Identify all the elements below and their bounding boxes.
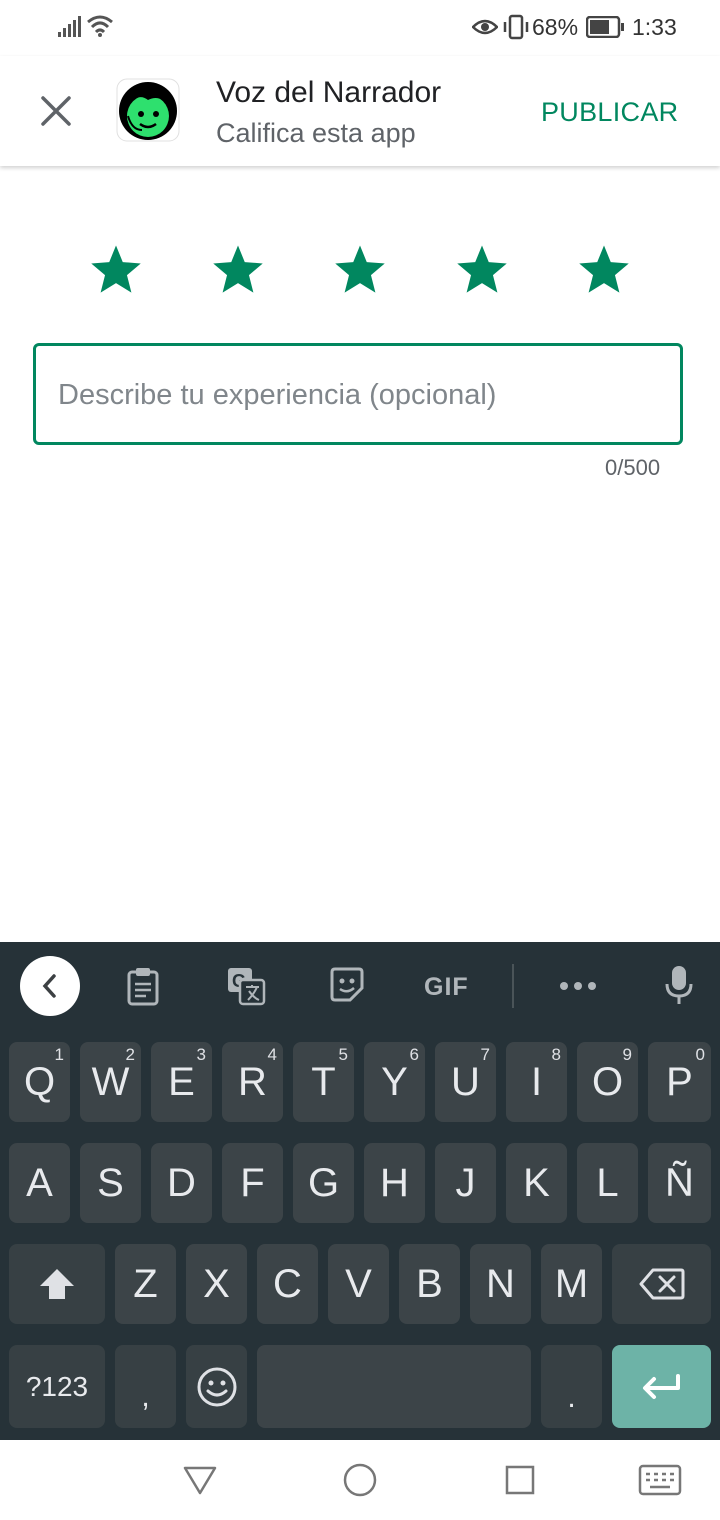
key-o[interactable]: O9 xyxy=(577,1042,638,1122)
close-icon[interactable] xyxy=(40,95,72,127)
star-5-icon[interactable] xyxy=(576,242,632,298)
key-x[interactable]: X xyxy=(186,1244,247,1324)
keyboard-back-button[interactable] xyxy=(20,956,80,1016)
key-label: O xyxy=(591,1059,624,1104)
key-s[interactable]: S xyxy=(80,1143,141,1223)
key-label: W xyxy=(91,1059,130,1104)
key-n[interactable]: N xyxy=(470,1244,531,1324)
star-3-icon[interactable] xyxy=(332,242,388,298)
mic-icon[interactable] xyxy=(664,964,694,1006)
keyboard-switch-icon[interactable] xyxy=(638,1464,682,1496)
star-1-icon[interactable] xyxy=(88,242,144,298)
publish-button[interactable]: PUBLICAR xyxy=(541,97,678,128)
key-hint: 1 xyxy=(54,1045,64,1064)
key-y[interactable]: Y6 xyxy=(364,1042,425,1122)
app-name: Voz del Narrador xyxy=(216,76,442,109)
emoji-icon xyxy=(197,1367,236,1406)
symbols-key[interactable]: ?123 xyxy=(9,1345,105,1428)
battery-percent: 68% xyxy=(532,14,579,40)
enter-key[interactable] xyxy=(612,1345,711,1428)
key-g[interactable]: G xyxy=(293,1143,354,1223)
key-r[interactable]: R4 xyxy=(222,1042,283,1122)
vibrate-icon xyxy=(503,14,529,40)
keyboard: G GIF Q1 W2 E3 R4 T5 Y6 U7 I8 O9 P0 A S … xyxy=(0,942,720,1440)
key-label: E xyxy=(168,1059,195,1104)
sticker-icon[interactable] xyxy=(328,966,366,1004)
key-label: R xyxy=(238,1059,267,1104)
key-hint: 4 xyxy=(267,1045,277,1064)
key-hint: 7 xyxy=(480,1045,490,1064)
review-field[interactable] xyxy=(33,343,683,445)
key-p[interactable]: P0 xyxy=(648,1042,711,1122)
signal-icon xyxy=(58,16,81,37)
key-u[interactable]: U7 xyxy=(435,1042,496,1122)
key-c[interactable]: C xyxy=(257,1244,318,1324)
shift-key[interactable] xyxy=(9,1244,105,1324)
key-z[interactable]: Z xyxy=(115,1244,176,1324)
more-icon[interactable] xyxy=(559,980,597,992)
status-bar: 68% 1:33 xyxy=(0,0,720,56)
enter-icon xyxy=(642,1373,680,1399)
key-label: P xyxy=(666,1059,693,1104)
translate-icon[interactable]: G xyxy=(226,966,266,1006)
key-label: I xyxy=(530,1059,543,1104)
key-q[interactable]: Q1 xyxy=(9,1042,70,1122)
period-key[interactable]: . xyxy=(541,1345,602,1428)
toolbar-divider xyxy=(512,964,514,1008)
char-counter: 0/500 xyxy=(605,455,661,480)
key-hint: 3 xyxy=(196,1045,206,1064)
key-d[interactable]: D xyxy=(151,1143,212,1223)
key-m[interactable]: M xyxy=(541,1244,602,1324)
key-hint: 2 xyxy=(125,1045,135,1064)
key-label: Q xyxy=(23,1059,56,1104)
battery-icon xyxy=(586,16,624,38)
key-j[interactable]: J xyxy=(435,1143,496,1223)
key-label: Y xyxy=(381,1059,408,1104)
key-a[interactable]: A xyxy=(9,1143,70,1223)
shift-icon xyxy=(40,1269,74,1299)
eye-icon xyxy=(472,19,498,35)
star-4-icon[interactable] xyxy=(454,242,510,298)
key-hint: 8 xyxy=(551,1045,561,1064)
home-circle-icon[interactable] xyxy=(342,1462,378,1498)
key-hint: 6 xyxy=(409,1045,419,1064)
key-w[interactable]: W2 xyxy=(80,1042,141,1122)
clipboard-icon[interactable] xyxy=(126,966,160,1006)
comma-key[interactable]: , xyxy=(115,1345,176,1428)
key-v[interactable]: V xyxy=(328,1244,389,1324)
key-label: U xyxy=(451,1059,480,1104)
star-2-icon[interactable] xyxy=(210,242,266,298)
gif-button[interactable]: GIF xyxy=(424,973,469,1002)
app-icon xyxy=(116,78,180,142)
backspace-icon xyxy=(639,1268,684,1300)
key-t[interactable]: T5 xyxy=(293,1042,354,1122)
key-h[interactable]: H xyxy=(364,1143,425,1223)
key-e[interactable]: E3 xyxy=(151,1042,212,1122)
key-k[interactable]: K xyxy=(506,1143,567,1223)
space-key[interactable] xyxy=(257,1345,531,1428)
review-input[interactable] xyxy=(56,346,670,444)
key-label: T xyxy=(311,1059,336,1104)
key-i[interactable]: I8 xyxy=(506,1042,567,1122)
key-l[interactable]: L xyxy=(577,1143,638,1223)
wifi-icon xyxy=(87,15,113,37)
key-hint: 5 xyxy=(338,1045,348,1064)
rating-header: Voz del Narrador Califica esta app PUBLI… xyxy=(0,56,720,166)
emoji-key[interactable] xyxy=(186,1345,247,1428)
backspace-key[interactable] xyxy=(612,1244,711,1324)
key-b[interactable]: B xyxy=(399,1244,460,1324)
back-triangle-icon[interactable] xyxy=(182,1464,218,1496)
recents-square-icon[interactable] xyxy=(504,1464,536,1496)
key-f[interactable]: F xyxy=(222,1143,283,1223)
key-hint: 9 xyxy=(622,1045,632,1064)
clock: 1:33 xyxy=(632,14,677,40)
key-enye[interactable]: Ñ xyxy=(648,1143,711,1223)
chevron-left-icon xyxy=(42,974,56,998)
header-subtitle: Califica esta app xyxy=(216,118,416,148)
key-hint: 0 xyxy=(695,1045,705,1064)
navigation-bar xyxy=(0,1440,720,1520)
